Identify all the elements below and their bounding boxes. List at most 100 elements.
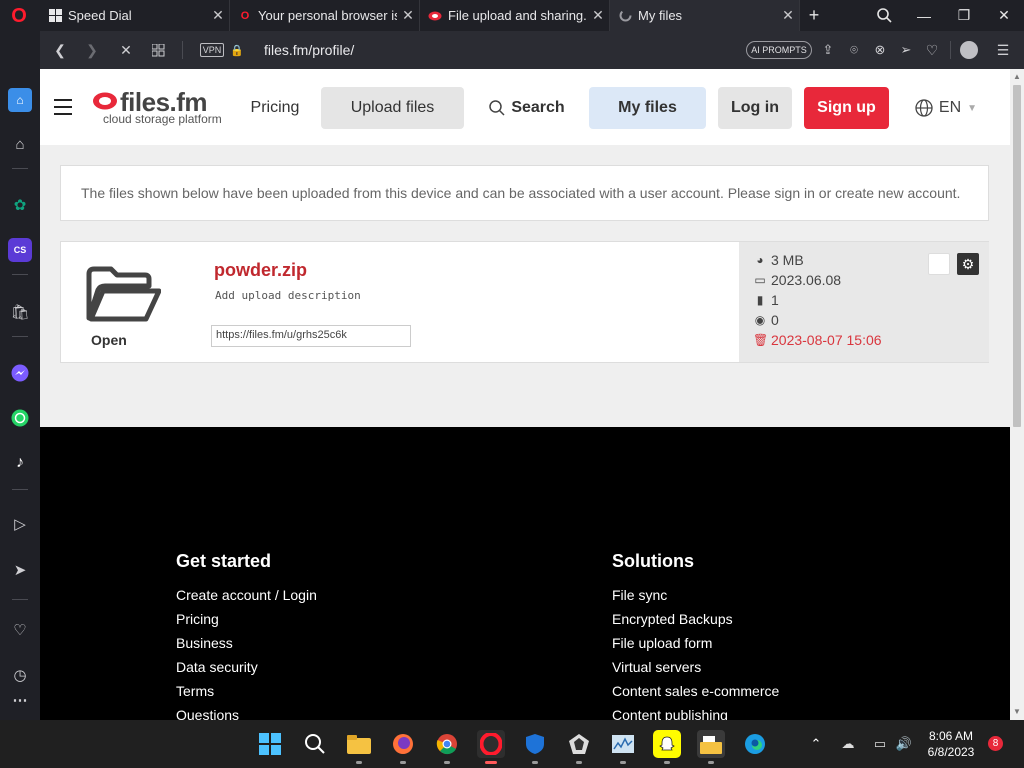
url-field[interactable]: files.fm/profile/	[264, 31, 354, 69]
notice-banner: The files shown below have been uploaded…	[60, 165, 989, 221]
opera-taskbar-icon[interactable]	[477, 730, 505, 758]
tab-search-icon[interactable]	[864, 0, 904, 31]
taskbar-clock[interactable]: 8:06 AM 6/8/2023	[920, 728, 982, 760]
opera-menu-icon[interactable]: O	[8, 5, 30, 27]
tab-speed-dial[interactable]: Speed Dial ✕	[40, 0, 230, 31]
tiktok-icon[interactable]: ♪	[8, 451, 32, 475]
notification-badge[interactable]: 8	[988, 736, 1003, 751]
volume-icon[interactable]: 🔊	[890, 730, 918, 758]
chrome-icon[interactable]	[433, 730, 461, 758]
footer-link[interactable]: Virtual servers	[612, 659, 701, 675]
defender-icon[interactable]	[521, 730, 549, 758]
history-icon[interactable]: ◷	[8, 663, 32, 687]
send-to-icon[interactable]: ➤	[8, 558, 32, 582]
footer-link[interactable]: File sync	[612, 587, 667, 603]
tab-opera[interactable]: O Your personal browser is a ✕	[230, 0, 420, 31]
signup-button[interactable]: Sign up	[804, 87, 889, 129]
edge-icon[interactable]	[741, 730, 769, 758]
footer-link[interactable]: Content sales e-commerce	[612, 683, 779, 699]
calendar-icon: ▭	[754, 273, 766, 287]
shopping-icon[interactable]: 🛍	[8, 300, 32, 324]
select-checkbox[interactable]	[928, 253, 950, 275]
login-button[interactable]: Log in	[718, 87, 792, 129]
app-icon[interactable]	[565, 730, 593, 758]
windows-start-icon[interactable]	[256, 730, 284, 758]
chatsonic-icon[interactable]: CS	[8, 238, 32, 262]
firefox-icon[interactable]	[389, 730, 417, 758]
more-icon[interactable]: ⋯	[8, 688, 32, 712]
search-button[interactable]: Search	[484, 87, 570, 129]
footer-link[interactable]: Create account / Login	[176, 587, 317, 603]
upload-files-button[interactable]: Upload files	[321, 87, 464, 129]
messenger-icon[interactable]	[8, 361, 32, 385]
profile-avatar-icon[interactable]	[960, 41, 978, 59]
tabs-grid-icon[interactable]	[146, 31, 170, 69]
close-tab-icon[interactable]: ✕	[587, 7, 609, 24]
restore-icon[interactable]: ❐	[944, 0, 984, 31]
home-icon[interactable]: ⌂	[8, 88, 32, 112]
language-selector[interactable]: EN ▼	[914, 87, 978, 129]
adblock-icon[interactable]: ⊗	[872, 31, 888, 69]
footer-link[interactable]: Data security	[176, 659, 258, 675]
file-card: Open powder.zip Add upload description h…	[60, 241, 989, 363]
minimize-icon[interactable]: —	[904, 0, 944, 31]
footer-heading-get-started: Get started	[176, 551, 272, 571]
favorites-icon[interactable]: ♡	[8, 618, 32, 642]
footer-link[interactable]: Questions	[176, 707, 239, 720]
bookmark-icon[interactable]: ⌂	[8, 132, 32, 156]
new-tab-icon[interactable]: +	[800, 0, 828, 31]
show-hidden-icons-chevron[interactable]: ⌃	[802, 730, 830, 758]
close-window-icon[interactable]: ✕	[984, 0, 1024, 31]
logo-subtitle: cloud storage platform	[103, 112, 222, 126]
page-scrollbar[interactable]: ▲ ▼	[1010, 69, 1024, 720]
back-icon[interactable]: ❮	[48, 31, 72, 69]
pricing-link[interactable]: Pricing	[244, 87, 306, 129]
tab-my-files[interactable]: My files ✕	[610, 0, 800, 31]
lock-icon[interactable]: 🔒	[230, 31, 244, 69]
search-label: Search	[511, 99, 565, 116]
footer-link[interactable]: Pricing	[176, 611, 219, 627]
file-explorer-icon[interactable]	[345, 730, 373, 758]
footer-link[interactable]: Terms	[176, 683, 214, 699]
settings-gear-button[interactable]: ⚙	[957, 253, 979, 275]
camera-icon[interactable]: ⌾	[846, 31, 862, 69]
close-tab-icon[interactable]: ✕	[777, 7, 799, 24]
whatsapp-icon[interactable]	[8, 406, 32, 430]
ai-prompts-button[interactable]: AI PROMPTS	[746, 41, 812, 59]
document-folder-icon[interactable]	[697, 730, 725, 758]
snapchat-icon[interactable]	[653, 730, 681, 758]
site-logo[interactable]: files.fm cloud storage platform	[92, 87, 232, 129]
stop-loading-icon[interactable]: ✕	[114, 31, 138, 69]
clock-time: 8:06 AM	[928, 729, 974, 743]
open-folder-button[interactable]: Open	[83, 264, 173, 352]
tab-title: Your personal browser is a	[258, 8, 397, 23]
send-icon[interactable]: ➢	[898, 31, 914, 69]
upload-description-field[interactable]: Add upload description	[215, 289, 361, 302]
close-tab-icon[interactable]: ✕	[397, 7, 419, 24]
chatgpt-icon[interactable]: ✿	[8, 193, 32, 217]
taskbar-search-icon[interactable]	[301, 730, 329, 758]
file-link-input[interactable]: https://files.fm/u/grhs25c6k	[211, 325, 411, 347]
close-tab-icon[interactable]: ✕	[207, 7, 229, 24]
vpn-badge[interactable]: VPN	[200, 43, 224, 57]
footer-link[interactable]: File upload form	[612, 635, 712, 651]
easy-setup-icon[interactable]: ☰	[994, 31, 1012, 69]
file-count: 1	[771, 292, 779, 308]
heart-icon[interactable]: ♡	[924, 31, 940, 69]
scroll-up-arrow[interactable]: ▲	[1013, 72, 1021, 81]
forward-icon[interactable]: ❯	[80, 31, 104, 69]
scroll-thumb[interactable]	[1013, 85, 1021, 427]
footer-link[interactable]: Encrypted Backups	[612, 611, 733, 627]
my-files-button[interactable]: My files	[589, 87, 706, 129]
footer-link[interactable]: Business	[176, 635, 233, 651]
opera-icon: O	[240, 9, 250, 22]
player-icon[interactable]: ▷	[8, 512, 32, 536]
onedrive-icon[interactable]: ☁	[834, 730, 862, 758]
tab-filesfm[interactable]: File upload and sharing. L ✕	[420, 0, 610, 31]
file-name-link[interactable]: powder.zip	[214, 260, 307, 281]
resource-monitor-icon[interactable]	[609, 730, 637, 758]
hamburger-menu-icon[interactable]	[54, 99, 72, 115]
footer-link[interactable]: Content publishing	[612, 707, 728, 720]
share-icon[interactable]: ⇪	[820, 31, 836, 69]
scroll-down-arrow[interactable]: ▼	[1013, 707, 1021, 716]
